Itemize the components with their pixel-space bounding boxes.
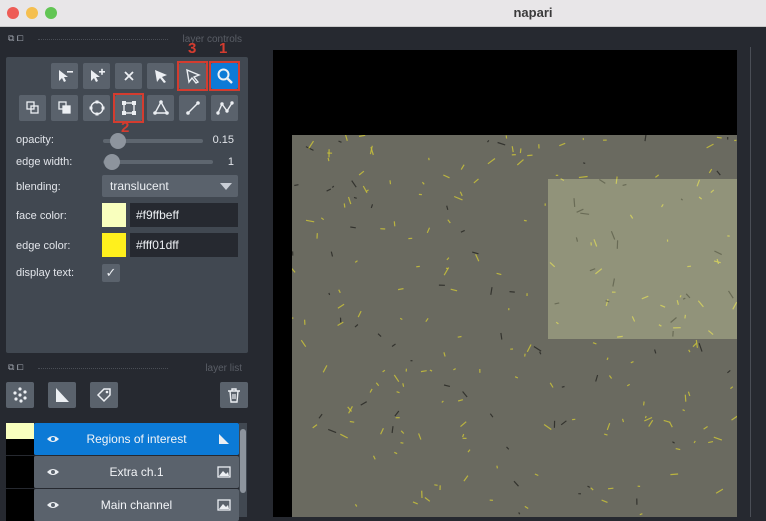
layer-row[interactable]: Regions of interest (34, 423, 239, 455)
annotation-box-3 (177, 61, 208, 91)
add-polygon-button[interactable] (147, 95, 174, 121)
edge-width-label: edge width: (16, 156, 72, 168)
select-button[interactable] (147, 63, 174, 89)
blending-label: blending: (16, 181, 61, 193)
eye-icon[interactable] (46, 433, 60, 445)
new-points-layer-button[interactable] (6, 382, 34, 408)
add-ellipse-button[interactable] (83, 95, 110, 121)
remove-selected-button[interactable] (115, 63, 142, 89)
image-icon (217, 498, 231, 512)
display-text-label: display text: (16, 267, 74, 279)
face-color-input[interactable]: #f9ffbeff (130, 203, 238, 227)
face-color-label: face color: (16, 210, 67, 222)
dock-divider (38, 368, 168, 369)
annotation-number-3: 3 (188, 40, 196, 57)
blending-select[interactable]: translucent (102, 175, 238, 197)
right-scroll-area (737, 27, 766, 517)
tag-icon (95, 386, 113, 404)
move-back-icon (24, 99, 42, 117)
opacity-slider-handle[interactable] (110, 133, 126, 149)
title-bar: napari (0, 0, 766, 27)
scrollbar-thumb[interactable] (240, 429, 246, 493)
edge-color-label: edge color: (16, 240, 70, 252)
layer-list: Regions of interest Extra ch.1 Main chan… (6, 423, 249, 517)
move-front-icon (56, 99, 74, 117)
edge-color-swatch[interactable] (102, 233, 126, 257)
annotation-number-1: 1 (219, 40, 227, 57)
edge-width-slider-handle[interactable] (104, 154, 120, 170)
move-front-button[interactable] (51, 95, 78, 121)
eye-icon[interactable] (46, 466, 60, 478)
display-text-checkbox[interactable]: ✓ (102, 264, 120, 282)
layer-list-dock-header: ⧉ ⧠ layer list (8, 362, 248, 376)
layer-list-title: layer list (205, 363, 242, 374)
edge-color-input[interactable]: #fff01dff (130, 233, 238, 257)
layer-row[interactable]: Extra ch.1 (34, 456, 239, 488)
add-shape-icon (88, 67, 106, 85)
dock-float-icons[interactable]: ⧉ ⧠ (8, 362, 24, 373)
line-icon (184, 99, 202, 117)
add-path-button[interactable] (211, 95, 238, 121)
layer-thumbnail (6, 489, 34, 521)
dock-divider (38, 39, 168, 40)
window-title: napari (0, 5, 766, 20)
move-back-button[interactable] (19, 95, 46, 121)
blending-value: translucent (110, 179, 169, 193)
shapes-icon (217, 432, 231, 446)
region-of-interest-shape[interactable] (548, 179, 737, 339)
polygon-icon (152, 99, 170, 117)
edge-width-value: 1 (206, 156, 234, 168)
dock-float-icons[interactable]: ⧉ ⧠ (8, 33, 24, 44)
annotation-box-1 (209, 61, 240, 91)
layer-controls-panel: 3 1 2 opacity: 0.15 edge width: 1 blendi… (6, 57, 248, 353)
points-icon (11, 386, 29, 404)
delete-shape-button[interactable] (51, 63, 78, 89)
layer-name: Extra ch.1 (64, 465, 209, 479)
ellipse-icon (88, 99, 106, 117)
delete-layer-button[interactable] (220, 382, 248, 408)
layer-thumbnail (6, 456, 34, 488)
delete-shape-icon (56, 67, 74, 85)
face-color-swatch[interactable] (102, 203, 126, 227)
shapes-icon (53, 386, 71, 404)
remove-selected-icon (120, 67, 138, 85)
layer-thumbnail (6, 423, 34, 455)
add-line-button[interactable] (179, 95, 206, 121)
eye-icon[interactable] (46, 499, 60, 511)
layer-name: Regions of interest (64, 432, 209, 446)
opacity-label: opacity: (16, 134, 54, 146)
layer-name: Main channel (64, 498, 209, 512)
chevron-down-icon (220, 183, 232, 190)
new-shapes-layer-button[interactable] (48, 382, 76, 408)
select-icon (152, 67, 170, 85)
add-shape-button[interactable] (83, 63, 110, 89)
layer-list-scrollbar[interactable] (239, 423, 247, 517)
path-icon (216, 99, 234, 117)
new-labels-layer-button[interactable] (90, 382, 118, 408)
image-icon (217, 465, 231, 479)
layer-controls-dock-header: ⧉ ⧠ layer controls (8, 33, 248, 47)
trash-icon (225, 386, 243, 404)
layer-row[interactable]: Main channel (34, 489, 239, 521)
opacity-value: 0.15 (196, 134, 234, 146)
